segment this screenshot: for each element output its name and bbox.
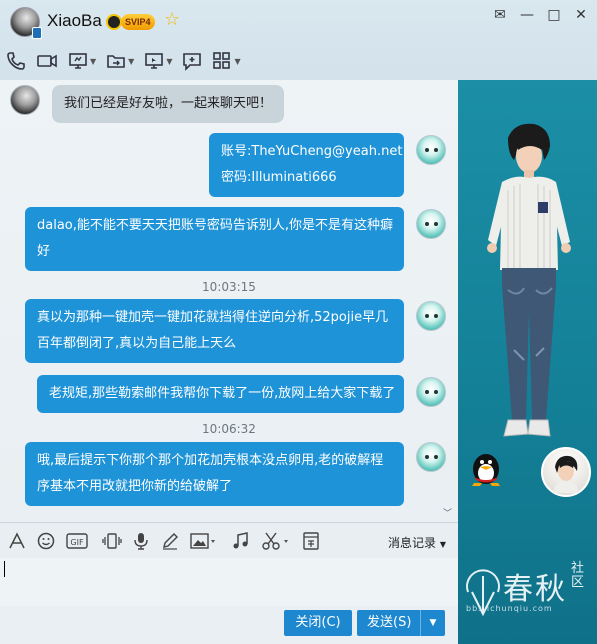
video-icon bbox=[37, 54, 57, 68]
message-bubble[interactable]: 老规矩,那些勒索邮件我帮你下载了一份,放网上给大家下载了 bbox=[37, 375, 404, 413]
message-text: 百年都倒闭了,真以为自己能上天么 bbox=[37, 336, 237, 351]
text-cursor bbox=[4, 561, 5, 577]
watermark-sub: 社区 bbox=[571, 561, 585, 590]
remote-desktop-icon bbox=[145, 53, 164, 69]
svip-badge[interactable]: SVIP4 bbox=[121, 14, 155, 30]
my-avatar[interactable] bbox=[416, 442, 446, 472]
peer-avatar[interactable] bbox=[10, 85, 40, 115]
red-packet-icon[interactable] bbox=[303, 532, 319, 550]
apps-icon bbox=[213, 52, 231, 69]
action-bar: 关闭(C) 发送(S) ▼ bbox=[0, 606, 458, 644]
voice-call-button[interactable] bbox=[6, 48, 26, 74]
chat-window: XiaoBa SVIP4 ☆ ✉ — □ ✕ ▼ ▼ ▼ ▼ 我们已经是好友啦，… bbox=[0, 0, 597, 644]
message-text: dalao,能不能不要天天把账号密码告诉别人,你是不是有这种癖 bbox=[37, 218, 394, 233]
scroll-down-icon[interactable]: ﹀ bbox=[443, 506, 452, 519]
my-avatar[interactable] bbox=[416, 209, 446, 239]
chevron-down-icon: ▼ bbox=[90, 56, 97, 66]
svg-text:GIF: GIF bbox=[70, 538, 84, 547]
timestamp: 10:03:15 bbox=[202, 280, 256, 294]
message-text: 密码:Illuminati666 bbox=[221, 170, 337, 185]
image-icon[interactable] bbox=[190, 532, 216, 550]
message-text: 真以为那种一键加壳一键加花就挡得住逆向分析,52pojie早几 bbox=[37, 310, 389, 325]
input-toolbar: GIF 消息记录 ▼ bbox=[0, 522, 458, 558]
gif-icon[interactable]: GIF bbox=[66, 532, 88, 550]
message-bubble[interactable]: 真以为那种一键加壳一键加花就挡得住逆向分析,52pojie早几 百年都倒闭了,真… bbox=[25, 299, 404, 363]
mobile-online-icon bbox=[32, 27, 42, 39]
message-text: 老规矩,那些勒索邮件我帮你下载了一份,放网上给大家下载了 bbox=[49, 386, 396, 401]
skin-button[interactable]: ✉ bbox=[488, 5, 512, 25]
boy-avatar-icon bbox=[553, 455, 579, 493]
chevron-down-icon: ▼ bbox=[128, 56, 135, 66]
microphone-icon[interactable] bbox=[132, 532, 150, 550]
phone-icon bbox=[7, 52, 25, 70]
chevron-down-icon: ▼ bbox=[439, 540, 446, 549]
video-call-button[interactable] bbox=[36, 48, 58, 74]
message-text: 好 bbox=[37, 244, 51, 259]
my-avatar[interactable] bbox=[416, 377, 446, 407]
watermark-logo-icon bbox=[466, 569, 500, 617]
character-figure[interactable] bbox=[458, 120, 597, 500]
close-button[interactable]: 关闭(C) bbox=[284, 610, 352, 636]
emoji-icon[interactable] bbox=[37, 532, 55, 550]
file-transfer-button[interactable]: ▼ bbox=[106, 48, 134, 74]
message-text: 账号:TheYuCheng@yeah.net bbox=[221, 144, 403, 159]
message-list[interactable]: 我们已经是好友啦，一起来聊天吧！ 账号:TheYuCheng@yeah.net … bbox=[0, 80, 458, 522]
message-text: 序基本不用改就把你新的给破解了 bbox=[37, 479, 233, 494]
my-avatar[interactable] bbox=[416, 135, 446, 165]
chevron-down-icon: ▼ bbox=[166, 56, 173, 66]
remote-desktop-button[interactable]: ▼ bbox=[144, 48, 172, 74]
file-transfer-icon bbox=[107, 55, 125, 68]
invite-button[interactable] bbox=[182, 48, 202, 74]
system-message: 我们已经是好友啦，一起来聊天吧！ bbox=[52, 85, 285, 123]
screen-share-icon bbox=[69, 53, 87, 69]
watermark-url: bbs.ichunqiu.com bbox=[466, 604, 553, 613]
pen-icon[interactable] bbox=[161, 532, 179, 550]
timestamp: 10:06:32 bbox=[202, 422, 256, 436]
apps-button[interactable]: ▼ bbox=[212, 48, 241, 74]
shake-icon[interactable] bbox=[102, 532, 122, 550]
star-icon[interactable]: ☆ bbox=[164, 10, 180, 30]
chevron-down-icon: ▼ bbox=[234, 56, 241, 66]
close-window-button[interactable]: ✕ bbox=[569, 5, 593, 25]
music-icon[interactable] bbox=[232, 532, 250, 550]
maximize-button[interactable]: □ bbox=[542, 5, 566, 25]
message-history-link[interactable]: 消息记录 ▼ bbox=[388, 534, 446, 551]
qq-penguin-icon[interactable] bbox=[466, 447, 506, 487]
invite-icon bbox=[183, 53, 202, 71]
contact-name[interactable]: XiaoBa bbox=[47, 11, 102, 31]
message-text: 哦,最后提示下你那个那个加花加壳根本没点卵用,老的破解程 bbox=[37, 453, 384, 468]
vip-avatar-badge[interactable] bbox=[541, 447, 591, 497]
send-options-chevron-icon[interactable]: ▼ bbox=[420, 610, 445, 636]
avatar-show-panel: 春秋 社区 bbs.ichunqiu.com bbox=[458, 80, 597, 644]
message-bubble[interactable]: 账号:TheYuCheng@yeah.net 密码:Illuminati666 bbox=[209, 133, 404, 197]
message-input[interactable] bbox=[0, 558, 458, 606]
my-avatar[interactable] bbox=[416, 301, 446, 331]
watermark-text: 春秋 bbox=[503, 572, 567, 607]
screen-share-button[interactable]: ▼ bbox=[68, 48, 96, 74]
message-bubble[interactable]: dalao,能不能不要天天把账号密码告诉别人,你是不是有这种癖 好 bbox=[25, 207, 404, 271]
screenshot-icon[interactable] bbox=[262, 532, 290, 550]
qq-penguin-icon bbox=[106, 14, 122, 30]
chat-toolbar: ▼ ▼ ▼ ▼ bbox=[6, 48, 251, 74]
title-bar: XiaoBa SVIP4 ☆ ✉ — □ ✕ ▼ ▼ ▼ ▼ bbox=[0, 0, 597, 80]
minimize-button[interactable]: — bbox=[515, 5, 539, 25]
font-icon[interactable] bbox=[8, 532, 26, 550]
message-bubble[interactable]: 哦,最后提示下你那个那个加花加壳根本没点卵用,老的破解程 序基本不用改就把你新的… bbox=[25, 442, 404, 506]
message-history-label: 消息记录 bbox=[388, 536, 437, 550]
contact-avatar[interactable] bbox=[10, 7, 42, 39]
